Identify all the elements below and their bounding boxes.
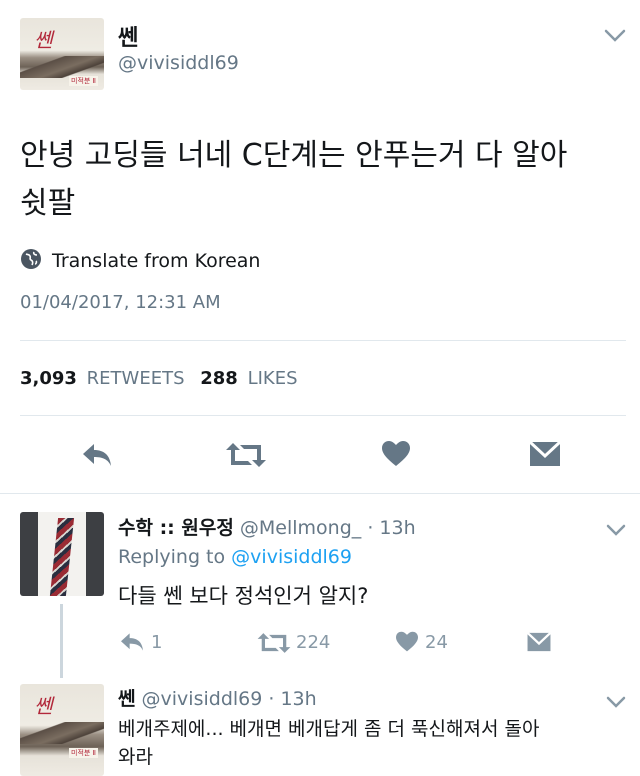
retweets-count[interactable]: 3,093 [20,368,77,389]
retweet-count: 224 [296,632,331,653]
reply-display-name[interactable]: 수학 :: 원우정 [118,517,234,539]
reply-icon[interactable] [118,631,146,653]
mountain-image [20,722,104,744]
like-count: 24 [425,632,448,653]
globe-icon [20,248,42,274]
engagement-stats: 3,093 RETWEETS 288 LIKES [20,368,298,389]
reply2-display-name[interactable]: 쎈 [118,688,135,710]
reply2-avatar[interactable]: 쎈 미적분 Ⅱ [20,684,104,776]
mountain-image [20,56,104,78]
reply2-text-line1: 베개주제에... 베개면 베개답게 좀 더 푹신해져서 돌아 [118,718,540,740]
translate-link[interactable]: Translate from Korean [20,248,260,274]
tweet-text-line1: 안녕 고딩들 너네 C단계는 안푸는거 다 알아 [20,138,568,173]
reply2-header: 쎈 @vivisiddl69 · 13h [118,684,317,711]
divider [20,415,626,416]
reply2-text-line2: 와라 [118,746,153,768]
chevron-down-icon[interactable] [604,24,626,48]
tweet-timestamp: 01/04/2017, 12:31 AM [20,292,221,313]
replying-label: Replying to [118,546,226,568]
heart-icon[interactable] [381,440,411,468]
author-avatar[interactable]: 쎈 미적분 Ⅱ [20,18,104,90]
translate-label: Translate from Korean [52,250,261,272]
reply-icon[interactable] [80,441,114,469]
reply-avatar[interactable] [20,512,104,596]
reply-text: 다들 쎈 보다 정석인거 알지? [118,584,369,608]
author-handle[interactable]: @vivisiddl69 [118,52,239,74]
replying-handle-link[interactable]: @vivisiddl69 [231,546,352,568]
avatar-title: 쎈 [34,694,53,718]
likes-count[interactable]: 288 [200,368,238,389]
divider [20,340,626,341]
dm-icon[interactable] [528,440,562,468]
thread-line [60,604,63,678]
avatar-pub: 미적분 Ⅱ [69,76,98,86]
chevron-down-icon[interactable] [606,690,626,714]
reply2-handle[interactable]: @vivisiddl69 [142,688,263,710]
tweet-text-line2: 쉿팔 [20,186,76,221]
retweet-icon[interactable] [224,442,268,468]
heart-icon[interactable] [395,631,419,653]
reply-handle[interactable]: @Mellmong_ [240,517,361,539]
dm-icon[interactable] [526,631,552,653]
retweets-label[interactable]: RETWEETS [87,368,185,389]
chevron-down-icon[interactable] [606,518,626,542]
section-divider [0,493,640,494]
likes-label[interactable]: LIKES [248,368,298,389]
author-display-name[interactable]: 쎈 [118,20,138,52]
avatar-title: 쎈 [34,28,53,52]
reply-header: 수학 :: 원우정 @Mellmong_ · 13h [118,513,416,540]
retweet-icon[interactable] [256,632,292,654]
reply-time[interactable]: · 13h [367,517,415,539]
reply-count: 1 [151,632,163,653]
reply2-time[interactable]: · 13h [268,688,316,710]
replying-to: Replying to @vivisiddl69 [118,546,352,568]
avatar-pub: 미적분 Ⅱ [69,748,98,758]
